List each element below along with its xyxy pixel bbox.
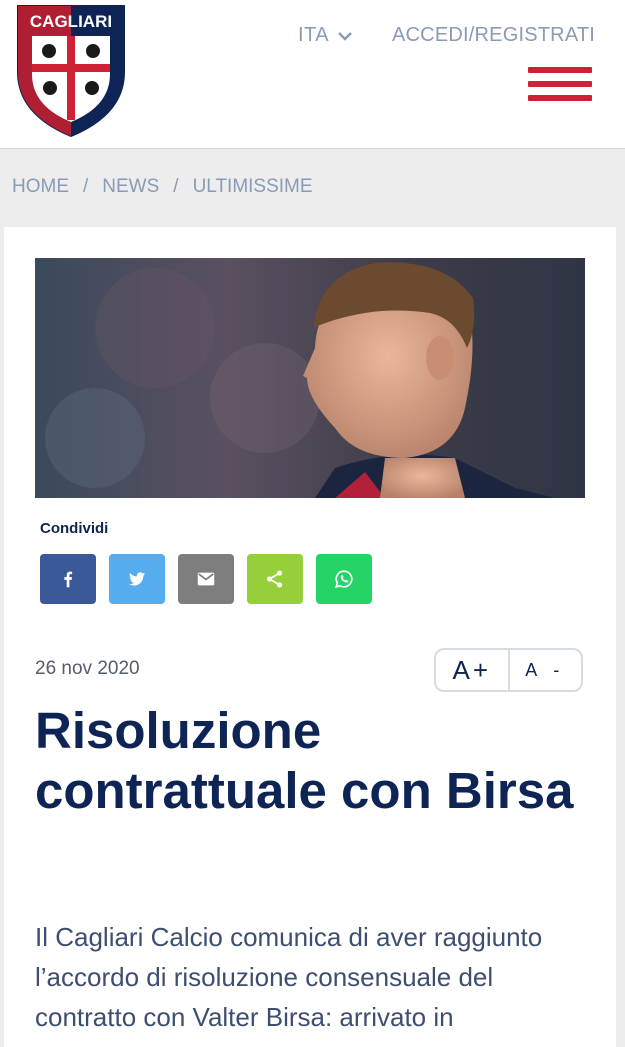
language-label: ITA (298, 24, 330, 46)
generic-share-button[interactable] (247, 554, 303, 604)
facebook-share-button[interactable] (40, 554, 96, 604)
breadcrumb-separator: / (83, 176, 89, 197)
breadcrumb-separator: / (173, 176, 179, 197)
article-hero-image (35, 258, 585, 498)
email-share-button[interactable] (178, 554, 234, 604)
email-icon (197, 572, 215, 586)
article-title: Risoluzione contrattuale con Birsa (35, 702, 574, 819)
logo-text: CAGLIARI (30, 12, 112, 31)
share-buttons (40, 554, 372, 604)
breadcrumb-home[interactable]: HOME (12, 176, 69, 198)
breadcrumb-current[interactable]: ULTIMISSIME (193, 176, 313, 198)
chevron-down-icon (338, 31, 352, 41)
share-label: Condividi (40, 520, 109, 537)
menu-icon[interactable] (528, 67, 592, 105)
article-date: 26 nov 2020 (35, 658, 140, 679)
font-size-controls: A+ A - (434, 648, 583, 692)
twitter-icon (128, 572, 146, 586)
article-body: Il Cagliari Calcio comunica di aver ragg… (35, 922, 543, 1032)
whatsapp-icon (335, 570, 353, 588)
breadcrumb: HOME / NEWS / ULTIMISSIME (12, 176, 313, 198)
language-selector[interactable]: ITA (298, 24, 353, 47)
font-decrease-button[interactable]: A - (510, 650, 582, 690)
cagliari-logo[interactable]: CAGLIARI (14, 2, 128, 138)
share-icon (266, 570, 283, 588)
whatsapp-share-button[interactable] (316, 554, 372, 604)
login-register-link[interactable]: ACCEDI/REGISTRATI (392, 24, 595, 47)
article-card: Condividi 26 nov 2020 A+ A - Risoluzione… (4, 227, 616, 1047)
site-header: CAGLIARI ITA ACCEDI/REGISTRATI (0, 0, 625, 149)
font-increase-button[interactable]: A+ (436, 650, 510, 690)
breadcrumb-news[interactable]: NEWS (102, 176, 159, 198)
twitter-share-button[interactable] (109, 554, 165, 604)
facebook-icon (64, 571, 73, 588)
